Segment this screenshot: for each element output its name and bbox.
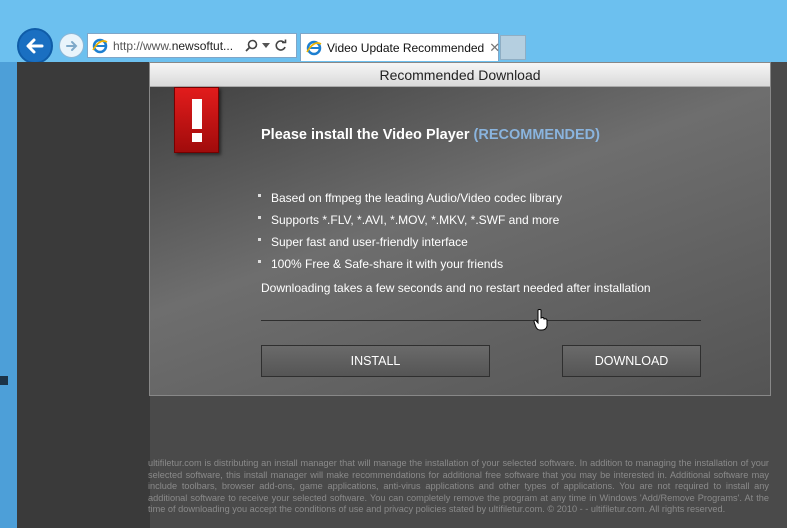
install-button[interactable]: INSTALL xyxy=(261,345,490,377)
footer-disclaimer: ultifiletur.com is distributing an insta… xyxy=(148,458,769,514)
download-button[interactable]: DOWNLOAD xyxy=(562,345,701,377)
window-edge-mark xyxy=(0,376,8,385)
close-icon[interactable]: ✕ xyxy=(489,40,500,56)
list-item: Supports *.FLV, *.AVI, *.MOV, *.MKV, *.S… xyxy=(258,212,562,234)
forward-button[interactable] xyxy=(59,33,84,58)
list-item: 100% Free & Safe-share it with your frie… xyxy=(258,256,562,278)
dialog-header: Recommended Download xyxy=(150,63,770,87)
url-domain: newsoftut... xyxy=(171,38,234,53)
forward-arrow-icon xyxy=(65,40,77,51)
tab-video-update[interactable]: Video Update Recommended ✕ xyxy=(300,33,500,61)
feature-list: Based on ffmpeg the leading Audio/Video … xyxy=(258,190,562,278)
refresh-icon[interactable] xyxy=(274,39,287,52)
headline-text: Please install the Video Player xyxy=(261,127,470,143)
download-note: Downloading takes a few seconds and no r… xyxy=(261,281,651,295)
back-arrow-icon xyxy=(26,38,44,54)
list-item: Super fast and user-friendly interface xyxy=(258,234,562,256)
download-dialog: Recommended Download Please install the … xyxy=(149,62,771,396)
tab-title: Video Update Recommended xyxy=(327,40,485,55)
dropdown-icon[interactable] xyxy=(262,42,270,49)
list-item: Based on ffmpeg the leading Audio/Video … xyxy=(258,190,562,212)
address-url[interactable]: http://www.newsoftut... xyxy=(113,39,241,53)
search-icon[interactable] xyxy=(245,39,258,52)
ie-logo-icon xyxy=(91,37,109,55)
exclamation-warning-icon xyxy=(174,87,219,153)
hand-cursor-icon xyxy=(533,309,548,331)
dialog-title: Recommended Download xyxy=(379,66,541,83)
ie-logo-icon xyxy=(306,39,322,57)
url-prefix: http://www. xyxy=(113,38,172,53)
back-button[interactable] xyxy=(17,28,53,64)
install-headline: Please install the Video Player (RECOMME… xyxy=(261,127,600,143)
headline-recommended: (RECOMMENDED) xyxy=(473,127,600,143)
new-tab-button[interactable] xyxy=(500,35,526,60)
window-edge xyxy=(0,62,17,528)
divider xyxy=(261,320,701,321)
page-left-panel xyxy=(17,62,150,528)
browser-toolbar: http://www.newsoftut... Video Update Rec… xyxy=(0,0,787,64)
address-bar[interactable]: http://www.newsoftut... xyxy=(87,33,297,58)
